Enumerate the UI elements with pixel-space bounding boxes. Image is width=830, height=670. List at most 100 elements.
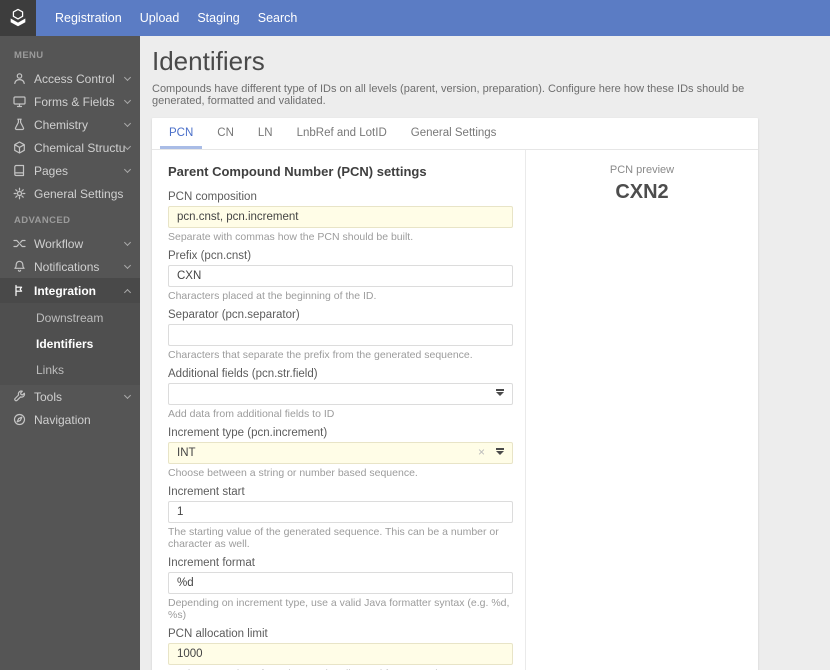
tab-pcn[interactable]: PCN xyxy=(160,118,203,149)
sidebar-item-notifications[interactable]: Notifications xyxy=(0,255,140,278)
section-title: Parent Compound Number (PCN) settings xyxy=(168,164,427,179)
pcn-settings-form: Parent Compound Number (PCN) settings PC… xyxy=(152,150,526,670)
sidebar-item-label: Chemical Structures xyxy=(34,140,125,155)
top-nav: Registration Upload Staging Search xyxy=(36,0,830,36)
sidebar-section-advanced: ADVANCED xyxy=(14,215,71,226)
chevron-down-icon xyxy=(123,142,132,150)
field-help: Separate with commas how the PCN should … xyxy=(168,231,414,243)
field-allocation-limit: PCN allocation limit Maximum number of I… xyxy=(168,628,513,670)
nav-upload[interactable]: Upload xyxy=(131,0,189,36)
field-label: PCN allocation limit xyxy=(168,628,268,640)
field-label: Increment format xyxy=(168,557,255,569)
field-increment-type: Increment type (pcn.increment) × Choose … xyxy=(168,427,513,479)
field-help: The starting value of the generated sequ… xyxy=(168,526,499,550)
tab-general-settings[interactable]: General Settings xyxy=(402,118,506,149)
increment-start-input[interactable] xyxy=(168,501,513,523)
sidebar-item-label: Navigation xyxy=(34,412,91,427)
allocation-limit-input[interactable] xyxy=(168,643,513,665)
integration-submenu: Downstream Identifiers Links xyxy=(0,303,140,385)
separator-input[interactable] xyxy=(168,324,513,346)
field-help: Characters placed at the beginning of th… xyxy=(168,290,377,302)
field-label: PCN composition xyxy=(168,191,257,203)
field-help: Depending on increment type, use a valid… xyxy=(168,597,510,621)
field-separator: Separator (pcn.separator) Characters tha… xyxy=(168,309,513,361)
sidebar-item-downstream[interactable]: Downstream xyxy=(0,305,140,331)
chevron-down-icon xyxy=(123,119,132,127)
sidebar-item-label: General Settings xyxy=(34,186,124,201)
tab-bar: PCN CN LN LnbRef and LotID General Setti… xyxy=(152,118,758,150)
sidebar-item-label: Notifications xyxy=(34,259,100,274)
field-help: Add data from additional fields to ID xyxy=(168,408,335,420)
chevron-down-icon xyxy=(123,391,132,399)
flask-icon xyxy=(12,118,26,132)
integration-icon xyxy=(12,284,26,298)
sidebar-item-access-control[interactable]: Access Control xyxy=(0,67,140,90)
chevron-down-icon xyxy=(123,73,132,81)
chevron-down-icon xyxy=(123,238,132,246)
preview-label: PCN preview xyxy=(609,164,675,176)
sidebar-item-forms-fields[interactable]: Forms & Fields xyxy=(0,90,140,113)
sidebar-item-pages[interactable]: Pages xyxy=(0,159,140,182)
tab-cn[interactable]: CN xyxy=(208,118,243,149)
app-logo[interactable] xyxy=(0,0,36,36)
sidebar-item-integration[interactable]: Integration xyxy=(0,278,140,303)
sidebar-item-general-settings[interactable]: General Settings xyxy=(0,182,140,205)
increment-type-select[interactable] xyxy=(168,442,513,464)
additional-fields-select[interactable] xyxy=(168,383,513,405)
tab-ln[interactable]: LN xyxy=(249,118,282,149)
sidebar-item-label: Pages xyxy=(34,163,69,178)
field-label: Prefix (pcn.cnst) xyxy=(168,250,252,262)
field-label: Increment type (pcn.increment) xyxy=(168,427,328,439)
sidebar-item-identifiers[interactable]: Identifiers xyxy=(0,331,140,357)
field-prefix: Prefix (pcn.cnst) Characters placed at t… xyxy=(168,250,513,302)
increment-format-input[interactable] xyxy=(168,572,513,594)
field-help: Characters that separate the prefix from… xyxy=(168,349,473,361)
main-content: Identifiers Compounds have different typ… xyxy=(140,36,830,670)
chevron-down-icon xyxy=(123,96,132,104)
field-label: Separator (pcn.separator) xyxy=(168,309,300,321)
field-additional-fields: Additional fields (pcn.str.field) Add da… xyxy=(168,368,513,420)
sidebar-section-menu: MENU xyxy=(14,50,44,61)
identifiers-card: PCN CN LN LnbRef and LotID General Setti… xyxy=(152,118,758,670)
sidebar-item-chemistry[interactable]: Chemistry xyxy=(0,113,140,136)
page-description: Compounds have different type of IDs on … xyxy=(152,83,745,107)
compass-icon xyxy=(12,413,26,427)
book-icon xyxy=(12,164,26,178)
sidebar-item-navigation[interactable]: Navigation xyxy=(0,408,140,431)
field-label: Increment start xyxy=(168,486,245,498)
wrench-icon xyxy=(12,390,26,404)
nav-search[interactable]: Search xyxy=(249,0,307,36)
sidebar-item-workflow[interactable]: Workflow xyxy=(0,232,140,255)
sidebar-item-label: Chemistry xyxy=(34,117,89,132)
sidebar-item-label: Workflow xyxy=(34,236,84,251)
field-help: Choose between a string or number based … xyxy=(168,467,418,479)
field-increment-format: Increment format Depending on increment … xyxy=(168,557,513,621)
clear-selection-icon[interactable]: × xyxy=(478,445,485,459)
sidebar-item-label: Integration xyxy=(34,283,96,298)
chevron-down-icon xyxy=(123,261,132,269)
sidebar: MENU Access Control Forms & Fields Chemi… xyxy=(0,36,140,670)
sidebar-item-label: Access Control xyxy=(34,71,115,86)
top-bar: Registration Upload Staging Search xyxy=(0,0,830,36)
sidebar-item-links[interactable]: Links xyxy=(0,357,140,383)
sidebar-item-tools[interactable]: Tools xyxy=(0,385,140,408)
monitor-icon xyxy=(12,95,26,109)
pcn-preview-panel: PCN preview CXN2 xyxy=(526,150,758,670)
pcn-composition-input[interactable] xyxy=(168,206,513,228)
preview-value: CXN2 xyxy=(615,181,669,203)
sidebar-item-label: Tools xyxy=(34,389,63,404)
cube-logo-icon xyxy=(10,8,26,27)
field-pcn-composition: PCN composition Separate with commas how… xyxy=(168,191,513,243)
cube-icon xyxy=(12,141,26,155)
prefix-input[interactable] xyxy=(168,265,513,287)
field-increment-start: Increment start The starting value of th… xyxy=(168,486,513,550)
nav-staging[interactable]: Staging xyxy=(188,0,248,36)
person-icon xyxy=(12,72,26,86)
tab-lnbref-lotid[interactable]: LnbRef and LotID xyxy=(288,118,396,149)
bell-icon xyxy=(12,260,26,274)
page-title: Identifiers xyxy=(152,46,265,76)
field-label: Additional fields (pcn.str.field) xyxy=(168,368,318,380)
nav-registration[interactable]: Registration xyxy=(46,0,131,36)
sidebar-item-chemical-structures[interactable]: Chemical Structures xyxy=(0,136,140,159)
shuffle-icon xyxy=(12,237,26,251)
